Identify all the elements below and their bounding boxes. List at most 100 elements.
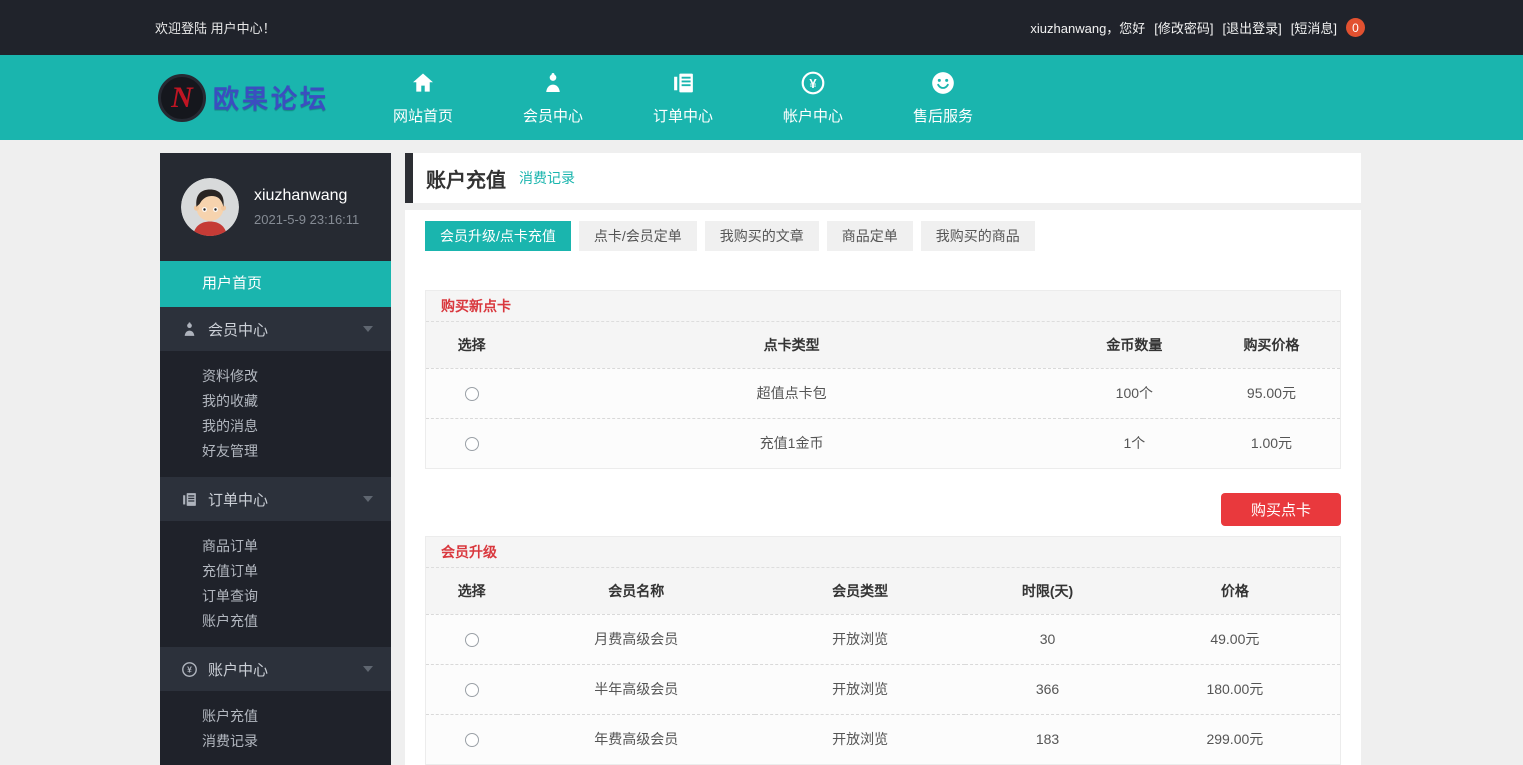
cell-days: 30	[965, 614, 1130, 664]
tab-purchased-articles[interactable]: 我购买的文章	[705, 221, 819, 251]
sidebar-item-consumption-records[interactable]: 消费记录	[160, 729, 391, 754]
nav-item-label: 订单中心	[653, 105, 713, 126]
cell-price: 1.00元	[1203, 418, 1340, 468]
logo-icon: N	[158, 74, 206, 122]
message-count-badge[interactable]: 0	[1346, 18, 1365, 37]
page-title: 账户充值	[426, 164, 506, 193]
person-icon	[181, 321, 198, 338]
table-row: 年费高级会员 开放浏览 183 299.00元	[426, 714, 1340, 764]
tab-bar: 会员升级/点卡充值 点卡/会员定单 我购买的文章 商品定单 我购买的商品	[425, 221, 1341, 251]
cell-price: 299.00元	[1130, 714, 1340, 764]
table-header-row: 选择 点卡类型 金币数量 购买价格	[426, 322, 1340, 368]
column-header-select: 选择	[426, 568, 517, 614]
radio-upgrade-2[interactable]	[465, 733, 479, 747]
sidebar-item-account-recharge-2[interactable]: 账户充值	[160, 704, 391, 729]
logo-letter: N	[171, 83, 193, 113]
chevron-down-icon	[363, 326, 373, 332]
profile-username: xiuzhanwang	[254, 187, 359, 205]
user-greeting: xiuzhanwang，您好	[1030, 18, 1145, 37]
cell-member-type: 开放浏览	[755, 664, 965, 714]
buy-button-row: 购买点卡	[425, 493, 1341, 526]
sidebar-group-member-center[interactable]: 会员中心	[160, 307, 391, 351]
sidebar-group-account-center[interactable]: ¥ 账户中心	[160, 647, 391, 691]
table-row: 月费高级会员 开放浏览 30 49.00元	[426, 614, 1340, 664]
nav-item-member-center[interactable]: 会员中心	[488, 55, 618, 140]
logout-link[interactable]: [退出登录]	[1223, 18, 1282, 37]
cell-coin-qty: 1个	[1066, 418, 1203, 468]
svg-text:¥: ¥	[187, 664, 192, 674]
sidebar-item-favorites[interactable]: 我的收藏	[160, 389, 391, 414]
cell-price: 180.00元	[1130, 664, 1340, 714]
sidebar-item-product-orders[interactable]: 商品订单	[160, 534, 391, 559]
section-title: 购买新点卡	[426, 291, 1340, 322]
logo-text: 欧果论坛	[213, 79, 329, 116]
member-icon	[541, 69, 565, 96]
cell-member-name: 年费高级会员	[517, 714, 755, 764]
section-member-upgrade: 会员升级 选择 会员名称 会员类型 时限(天) 价格 月费高级会员	[425, 536, 1341, 765]
sidebar-group-label: 订单中心	[208, 489, 268, 510]
card-table: 选择 点卡类型 金币数量 购买价格 超值点卡包 100个 95.00元	[426, 322, 1340, 468]
tab-purchased-products[interactable]: 我购买的商品	[921, 221, 1035, 251]
radio-upgrade-1[interactable]	[465, 683, 479, 697]
cell-price: 49.00元	[1130, 614, 1340, 664]
cell-member-name: 半年高级会员	[517, 664, 755, 714]
avatar	[181, 178, 239, 236]
upgrade-table: 选择 会员名称 会员类型 时限(天) 价格 月费高级会员 开放浏览 30 49.…	[426, 568, 1340, 764]
main-panel: 会员升级/点卡充值 点卡/会员定单 我购买的文章 商品定单 我购买的商品 购买新…	[405, 210, 1361, 765]
sidebar-item-friends[interactable]: 好友管理	[160, 439, 391, 464]
sidebar-group-order-center[interactable]: 订单中心	[160, 477, 391, 521]
column-header-days: 时限(天)	[965, 568, 1130, 614]
radio-upgrade-0[interactable]	[465, 633, 479, 647]
nav-item-order-center[interactable]: 订单中心	[618, 55, 748, 140]
profile-info: xiuzhanwang 2021-5-9 23:16:11	[254, 187, 359, 227]
profile-block: xiuzhanwang 2021-5-9 23:16:11	[160, 153, 391, 261]
main-nav: 网站首页 会员中心 订单中心 ¥ 帐户中心 售后服务	[358, 55, 1008, 140]
cell-member-type: 开放浏览	[755, 714, 965, 764]
sidebar-submenu-order: 商品订单 充值订单 订单查询 账户充值	[160, 521, 391, 647]
welcome-text: 欢迎登陆 用户中心！	[155, 18, 276, 37]
yen-icon: ¥	[800, 69, 826, 96]
home-icon	[410, 69, 436, 96]
messages-link[interactable]: [短消息]	[1291, 18, 1337, 37]
cell-member-name: 月费高级会员	[517, 614, 755, 664]
radio-card-0[interactable]	[465, 387, 479, 401]
tab-card-member-orders[interactable]: 点卡/会员定单	[579, 221, 697, 251]
sidebar-item-recharge-orders[interactable]: 充值订单	[160, 559, 391, 584]
tab-product-orders[interactable]: 商品定单	[827, 221, 913, 251]
section-title: 会员升级	[426, 537, 1340, 568]
change-password-link[interactable]: [修改密码]	[1154, 18, 1213, 37]
column-header-member-name: 会员名称	[517, 568, 755, 614]
sidebar: xiuzhanwang 2021-5-9 23:16:11 用户首页 会员中心 …	[160, 153, 391, 765]
nav-item-label: 网站首页	[393, 105, 453, 126]
table-row: 超值点卡包 100个 95.00元	[426, 368, 1340, 418]
table-row: 充值1金币 1个 1.00元	[426, 418, 1340, 468]
consumption-records-link[interactable]: 消费记录	[519, 168, 575, 188]
nav-item-home[interactable]: 网站首页	[358, 55, 488, 140]
nav-item-after-sales[interactable]: 售后服务	[878, 55, 1008, 140]
order-icon	[671, 69, 696, 96]
cell-card-type: 充值1金币	[517, 418, 1065, 468]
cell-coin-qty: 100个	[1066, 368, 1203, 418]
column-header-coin-qty: 金币数量	[1066, 322, 1203, 368]
site-logo[interactable]: N 欧果论坛	[158, 74, 329, 122]
table-header-row: 选择 会员名称 会员类型 时限(天) 价格	[426, 568, 1340, 614]
cell-price: 95.00元	[1203, 368, 1340, 418]
column-header-member-type: 会员类型	[755, 568, 965, 614]
yen-icon: ¥	[181, 661, 198, 678]
tab-upgrade-recharge[interactable]: 会员升级/点卡充值	[425, 221, 571, 251]
sidebar-item-order-query[interactable]: 订单查询	[160, 584, 391, 609]
main-content: 账户充值 消费记录 会员升级/点卡充值 点卡/会员定单 我购买的文章 商品定单 …	[405, 153, 1361, 765]
sidebar-item-user-home[interactable]: 用户首页	[160, 261, 391, 307]
column-header-card-type: 点卡类型	[517, 322, 1065, 368]
sidebar-group-label: 账户中心	[208, 659, 268, 680]
order-icon	[181, 491, 198, 508]
sidebar-item-account-recharge[interactable]: 账户充值	[160, 609, 391, 634]
column-header-select: 选择	[426, 322, 517, 368]
sidebar-item-profile-edit[interactable]: 资料修改	[160, 364, 391, 389]
sidebar-item-messages[interactable]: 我的消息	[160, 414, 391, 439]
radio-card-1[interactable]	[465, 437, 479, 451]
nav-item-account-center[interactable]: ¥ 帐户中心	[748, 55, 878, 140]
chevron-down-icon	[363, 496, 373, 502]
nav-item-label: 售后服务	[913, 105, 973, 126]
buy-cards-button[interactable]: 购买点卡	[1221, 493, 1341, 526]
